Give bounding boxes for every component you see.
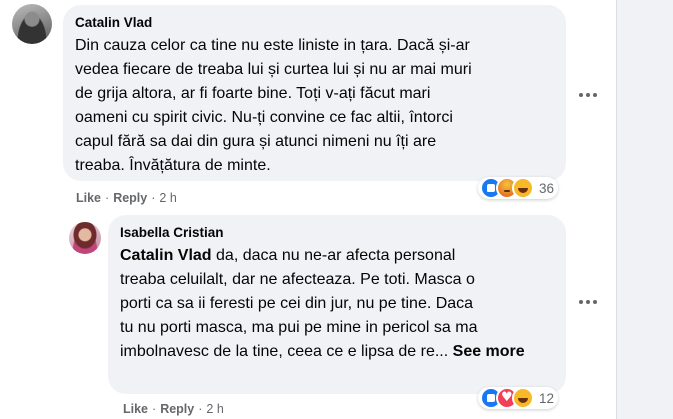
comment-bubble: Catalin Vlad Din cauza celor ca tine nu … — [63, 5, 566, 181]
comment-line: tu nu porti masca, ma pui pe mine in per… — [120, 319, 478, 336]
right-sidebar-edge — [616, 0, 673, 419]
comment-line: de grija altora, ar fi foarte bine. Toți… — [75, 85, 431, 102]
avatar[interactable] — [69, 222, 101, 254]
mention-link[interactable]: Catalin Vlad — [120, 247, 212, 264]
comment-line: imbolnavesc de la tine, ceea ce e lipsa … — [120, 343, 453, 360]
reply-button[interactable]: Reply — [113, 190, 147, 206]
reaction-count: 12 — [539, 390, 555, 406]
avatar[interactable] — [12, 4, 52, 44]
comment-actions: Like · Reply · 2 h — [123, 401, 224, 417]
comment-text: Catalin Vlad da, daca nu ne-ar afecta pe… — [120, 244, 554, 364]
timestamp[interactable]: 2 h — [159, 190, 176, 206]
reply-bubble: Isabella Cristian Catalin Vlad da, daca … — [108, 215, 566, 394]
separator: · — [151, 191, 156, 205]
like-button[interactable]: Like — [76, 190, 101, 206]
comment-line: Din cauza celor ca tine nu este liniste … — [75, 37, 470, 54]
comment-line: da, daca nu ne-ar afecta personal — [211, 247, 456, 264]
comment-author[interactable]: Isabella Cristian — [120, 224, 554, 242]
comment-actions: Like · Reply · 2 h — [76, 190, 177, 206]
separator: · — [198, 402, 203, 416]
reply-button[interactable]: Reply — [160, 401, 194, 417]
haha-icon — [512, 387, 534, 409]
more-options-button[interactable] — [575, 289, 601, 315]
comment-author[interactable]: Catalin Vlad — [75, 14, 554, 32]
more-dots-icon — [579, 93, 597, 97]
like-button[interactable]: Like — [123, 401, 148, 417]
timestamp[interactable]: 2 h — [206, 401, 223, 417]
comment-text: Din cauza celor ca tine nu este liniste … — [75, 34, 554, 178]
reactions-summary[interactable]: 12 — [478, 387, 559, 409]
reaction-count: 36 — [539, 180, 555, 196]
comment-line: porti ca sa ii feresti pe cei din jur, n… — [120, 295, 474, 312]
more-dots-icon — [579, 300, 597, 304]
comment-line: treaba. Învățătura de minte. — [75, 157, 271, 174]
separator: · — [105, 191, 110, 205]
comment-line: oameni cu spirit civic. Nu-ți convine ce… — [75, 109, 453, 126]
haha-icon — [512, 177, 534, 199]
more-options-button[interactable] — [575, 82, 601, 108]
reactions-summary[interactable]: 36 — [478, 177, 559, 199]
comment-line: treaba celuilalt, dar ne afecteaza. Pe t… — [120, 271, 475, 288]
comment-line: vedea fiecare de treaba lui și curtea lu… — [75, 61, 472, 78]
comment-line: capul fără sa dai din gura și atunci nim… — [75, 133, 437, 150]
see-more-link[interactable]: See more — [453, 343, 525, 360]
separator: · — [152, 402, 157, 416]
